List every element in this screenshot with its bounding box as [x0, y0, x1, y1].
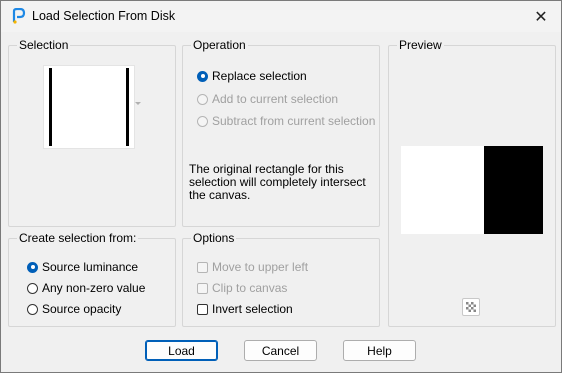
radio-label: Source luminance [42, 260, 139, 274]
radio-any-non-zero[interactable]: Any non-zero value [27, 281, 145, 295]
checkbox-clip-to-canvas[interactable]: Clip to canvas [197, 281, 287, 295]
close-icon[interactable]: ✕ [521, 1, 561, 32]
options-group-label: Options [191, 231, 237, 245]
checkbox-indicator [197, 282, 208, 294]
dialog-window: Load Selection From Disk ✕ Selection Ope… [0, 0, 562, 373]
checkbox-label: Move to upper left [212, 260, 309, 274]
radio-indicator [197, 70, 208, 82]
preview-image [401, 146, 543, 234]
cancel-button[interactable]: Cancel [244, 340, 317, 361]
thumbnail-left-bar [49, 68, 52, 146]
help-button[interactable]: Help [343, 340, 416, 361]
radio-label: Add to current selection [212, 92, 339, 106]
radio-label: Any non-zero value [42, 281, 146, 295]
radio-indicator [197, 115, 208, 127]
paintshop-app-icon [12, 8, 26, 24]
create-group-label: Create selection from: [17, 231, 139, 245]
selection-thumbnail[interactable] [44, 66, 134, 148]
thumbnail-right-bar [126, 68, 129, 146]
radio-label: Source opacity [42, 302, 122, 316]
radio-label: Replace selection [212, 69, 307, 83]
radio-subtract-from-selection[interactable]: Subtract from current selection [197, 114, 375, 128]
selection-group-label: Selection [17, 38, 71, 52]
create-selection-group: Create selection from: Source luminance … [8, 231, 176, 327]
selection-group: Selection [8, 38, 176, 227]
thumbnail-dropdown-icon[interactable] [135, 102, 141, 105]
operation-note: The original rectangle for this selectio… [189, 162, 366, 202]
transparency-toggle-icon[interactable] [462, 298, 480, 316]
radio-add-to-selection[interactable]: Add to current selection [197, 92, 338, 106]
operation-group-label: Operation [191, 38, 248, 52]
checkbox-indicator [197, 303, 208, 315]
checkbox-label: Invert selection [212, 302, 293, 316]
title-bar: Load Selection From Disk ✕ [1, 1, 561, 32]
radio-indicator [197, 93, 208, 105]
preview-group: Preview [388, 38, 556, 327]
radio-replace-selection[interactable]: Replace selection [197, 69, 307, 83]
radio-indicator [27, 261, 38, 273]
load-button[interactable]: Load [145, 340, 218, 361]
checkbox-indicator [197, 261, 208, 273]
window-title: Load Selection From Disk [32, 9, 176, 23]
preview-group-label: Preview [397, 38, 444, 52]
radio-source-opacity[interactable]: Source opacity [27, 302, 121, 316]
preview-black-region [484, 146, 543, 234]
checkbox-label: Clip to canvas [212, 281, 288, 295]
radio-indicator [27, 282, 38, 294]
checkbox-move-to-upper-left[interactable]: Move to upper left [197, 260, 308, 274]
radio-source-luminance[interactable]: Source luminance [27, 260, 138, 274]
radio-indicator [27, 303, 38, 315]
options-group: Options Move to upper left Clip to canva… [182, 231, 380, 327]
checkbox-invert-selection[interactable]: Invert selection [197, 302, 293, 316]
operation-group: Operation Replace selection Add to curre… [182, 38, 380, 227]
radio-label: Subtract from current selection [212, 114, 376, 128]
